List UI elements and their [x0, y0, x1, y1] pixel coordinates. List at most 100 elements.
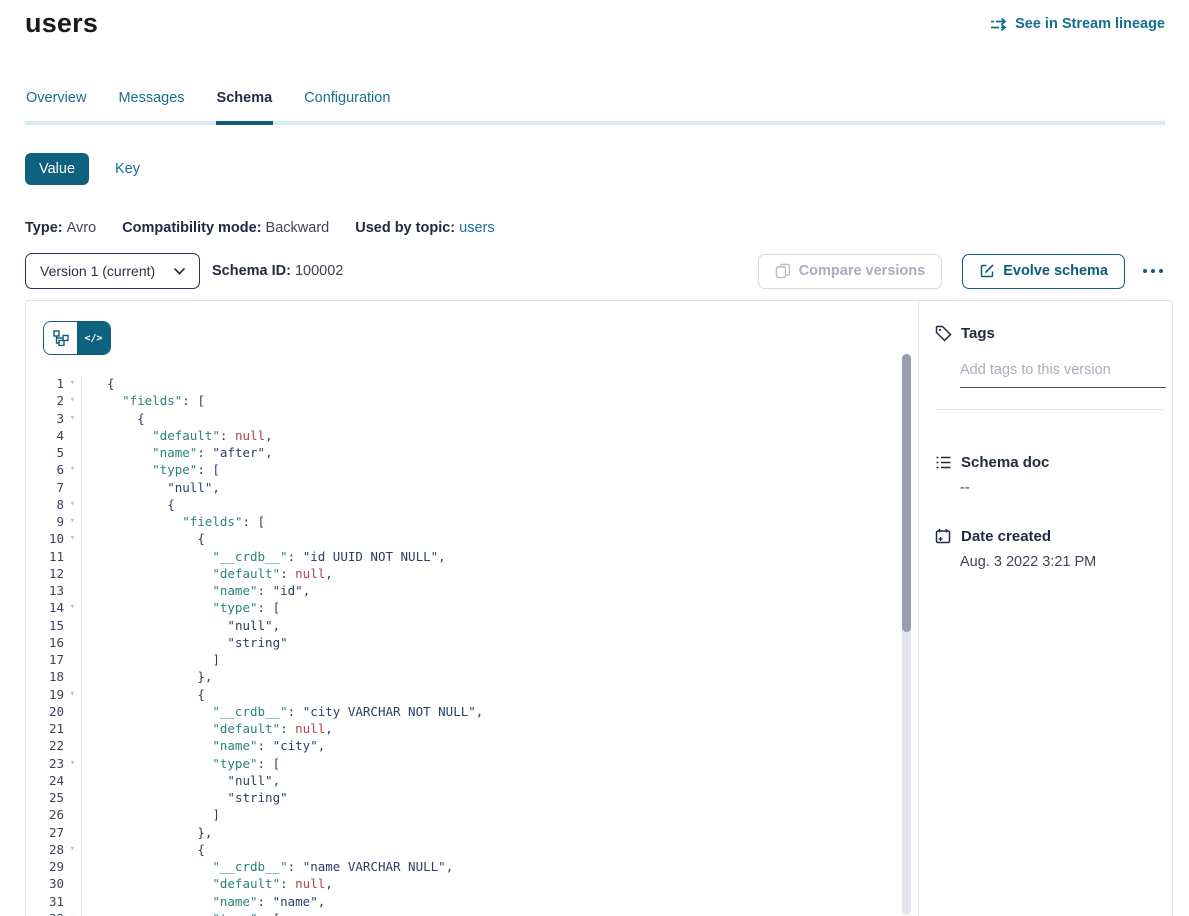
code-line: 30 "default": null,	[26, 875, 898, 892]
code-line: 19▾ {	[26, 686, 898, 703]
code-line: 24 "null",	[26, 772, 898, 789]
fold-caret-icon[interactable]: ▾	[64, 392, 81, 409]
compare-versions-label: Compare versions	[799, 263, 926, 279]
value-key-toggle: Value Key	[25, 153, 140, 185]
fold-caret-icon[interactable]: ▾	[64, 496, 81, 513]
code-line: 29 "__crdb__": "name VARCHAR NULL",	[26, 858, 898, 875]
tree-view-button[interactable]	[44, 322, 77, 354]
fold-caret-icon[interactable]: ▾	[64, 530, 81, 547]
code-line: 32▾ "type": [	[26, 910, 898, 916]
code-block: 1▾{2▾ "fields": [3▾ {4 "default": null,5…	[26, 375, 898, 916]
fold-caret-icon[interactable]: ▾	[64, 599, 81, 616]
code-text: {	[81, 496, 898, 513]
stream-lineage-link[interactable]: See in Stream lineage	[990, 16, 1165, 32]
code-line: 3▾ {	[26, 410, 898, 427]
fold-caret-icon[interactable]: ▾	[64, 375, 81, 392]
page-title: users	[25, 8, 98, 39]
evolve-schema-label: Evolve schema	[1003, 263, 1108, 279]
fold-caret-icon[interactable]: ▾	[64, 686, 81, 703]
tab-configuration[interactable]: Configuration	[303, 88, 391, 121]
fold-caret-icon[interactable]: ▾	[64, 755, 81, 772]
fold-caret-placeholder	[64, 772, 81, 789]
fold-caret-placeholder	[64, 893, 81, 910]
schema-sidebar: Tags Schema doc --	[919, 301, 1172, 916]
code-line: 23▾ "type": [	[26, 755, 898, 772]
more-menu-button[interactable]	[1141, 263, 1165, 279]
compare-versions-button[interactable]: Compare versions	[758, 254, 943, 289]
code-text: "null",	[81, 479, 898, 496]
line-number: 7	[26, 479, 64, 496]
code-text: {	[81, 841, 898, 858]
key-button[interactable]: Key	[115, 161, 140, 177]
line-number: 2	[26, 392, 64, 409]
meta-type: Type:Avro	[25, 220, 96, 236]
sidebar-divider	[935, 409, 1164, 410]
tab-schema[interactable]: Schema	[216, 88, 274, 121]
code-line: 2▾ "fields": [	[26, 392, 898, 409]
code-view-button[interactable]: </>	[77, 322, 110, 354]
code-line: 14▾ "type": [	[26, 599, 898, 616]
fold-caret-icon[interactable]: ▾	[64, 841, 81, 858]
code-text: "fields": [	[81, 392, 898, 409]
code-line: 8▾ {	[26, 496, 898, 513]
line-number: 27	[26, 824, 64, 841]
fold-caret-placeholder	[64, 617, 81, 634]
editor-scrollbar-thumb[interactable]	[902, 354, 911, 632]
code-text: "string"	[81, 634, 898, 651]
tag-icon	[935, 325, 952, 342]
code-line: 28▾ {	[26, 841, 898, 858]
fold-caret-icon[interactable]: ▾	[64, 461, 81, 478]
evolve-schema-button[interactable]: Evolve schema	[962, 254, 1125, 289]
date-created-header: Date created	[935, 528, 1164, 545]
fold-caret-icon[interactable]: ▾	[64, 910, 81, 916]
line-number: 12	[26, 565, 64, 582]
schema-id: Schema ID:100002	[212, 263, 343, 279]
schema-doc-title: Schema doc	[961, 454, 1049, 471]
code-text: },	[81, 824, 898, 841]
code-line: 12 "default": null,	[26, 565, 898, 582]
line-number: 17	[26, 651, 64, 668]
code-line: 31 "name": "name",	[26, 893, 898, 910]
code-text: "type": [	[81, 755, 898, 772]
schema-editor: </> 1▾{2▾ "fields": [3▾ {4 "default": nu…	[26, 301, 919, 916]
fold-caret-placeholder	[64, 703, 81, 720]
line-number: 23	[26, 755, 64, 772]
value-button[interactable]: Value	[25, 153, 89, 185]
line-number: 26	[26, 806, 64, 823]
fold-caret-icon[interactable]: ▾	[64, 410, 81, 427]
tree-view-icon	[53, 330, 69, 346]
code-line: 13 "name": "id",	[26, 582, 898, 599]
code-text: {	[81, 686, 898, 703]
line-number: 31	[26, 893, 64, 910]
code-text: "null",	[81, 617, 898, 634]
line-number: 32	[26, 910, 64, 916]
code-line: 9▾ "fields": [	[26, 513, 898, 530]
fold-caret-icon[interactable]: ▾	[64, 513, 81, 530]
editor-scrollbar[interactable]	[902, 354, 911, 915]
code-view-icon: </>	[84, 333, 102, 344]
line-number: 13	[26, 582, 64, 599]
tags-input[interactable]	[960, 362, 1166, 388]
code-line: 10▾ {	[26, 530, 898, 547]
topic-link[interactable]: users	[459, 220, 494, 236]
tab-overview[interactable]: Overview	[25, 88, 87, 121]
fold-caret-placeholder	[64, 427, 81, 444]
version-select[interactable]: Version 1 (current)	[25, 253, 200, 289]
line-number: 28	[26, 841, 64, 858]
line-number: 8	[26, 496, 64, 513]
fold-caret-placeholder	[64, 548, 81, 565]
stream-lineage-label: See in Stream lineage	[1015, 16, 1165, 32]
line-number: 1	[26, 375, 64, 392]
code-line: 25 "string"	[26, 789, 898, 806]
code-text: {	[81, 530, 898, 547]
date-created-value: Aug. 3 2022 3:21 PM	[960, 554, 1164, 570]
fold-caret-placeholder	[64, 789, 81, 806]
tab-messages[interactable]: Messages	[117, 88, 185, 121]
date-created-icon	[935, 528, 952, 545]
line-number: 15	[26, 617, 64, 634]
meta-used-by-topic: Used by topic:users	[355, 220, 494, 236]
code-line: 4 "default": null,	[26, 427, 898, 444]
code-line: 1▾{	[26, 375, 898, 392]
schema-card: </> 1▾{2▾ "fields": [3▾ {4 "default": nu…	[25, 300, 1173, 916]
line-number: 18	[26, 668, 64, 685]
